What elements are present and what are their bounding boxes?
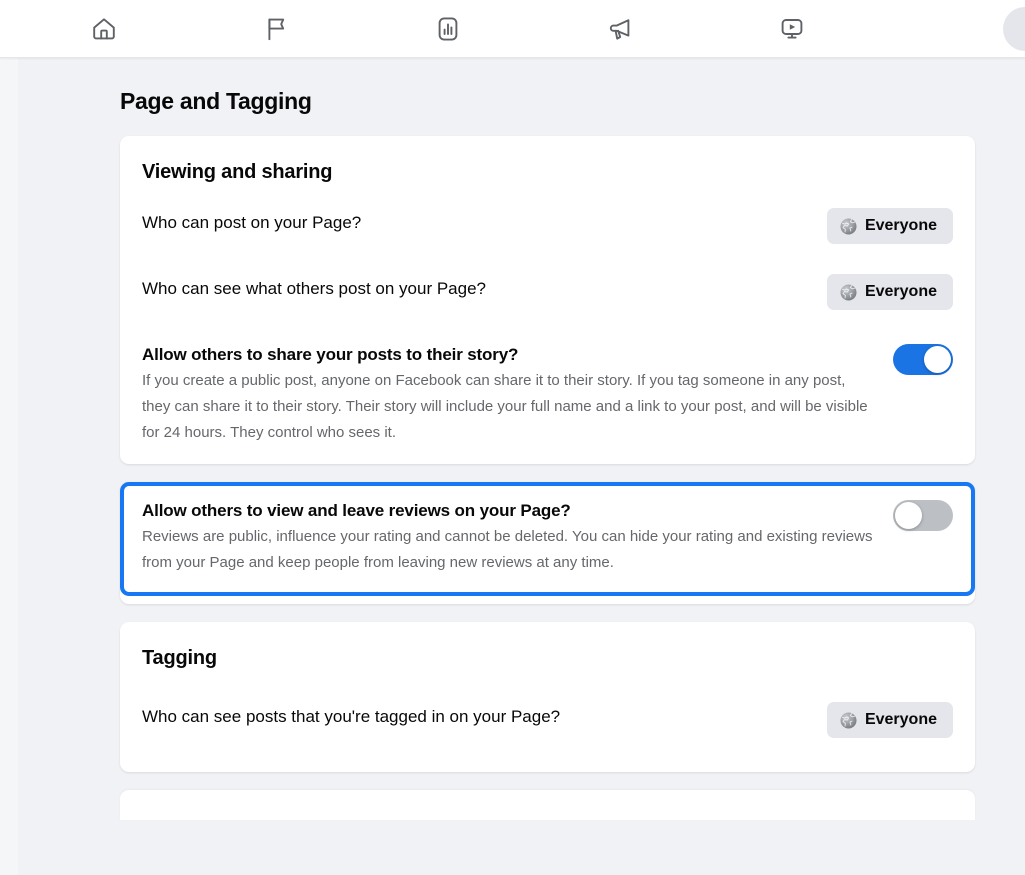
- row-text: Who can see what others post on your Pag…: [142, 278, 807, 300]
- next-card-partial: [120, 790, 975, 820]
- top-navigation-bar: [0, 0, 1025, 58]
- settings-content: Page and Tagging Viewing and sharing Who…: [120, 58, 975, 820]
- setting-row-share-to-story: Allow others to share your posts to thei…: [142, 326, 953, 464]
- tagging-card: Tagging Who can see posts that you're ta…: [120, 622, 975, 772]
- audience-selector-tagged-posts[interactable]: Everyone: [826, 702, 953, 738]
- setting-row-who-can-see-tagged-posts: Who can see posts that you're tagged in …: [142, 680, 953, 772]
- nav-tab-ads[interactable]: [534, 0, 706, 57]
- setting-label: Who can see posts that you're tagged in …: [142, 707, 561, 726]
- section-heading-tagging: Tagging: [142, 647, 217, 669]
- row-text: Who can post on your Page?: [142, 212, 807, 234]
- toggle-share-to-story[interactable]: [893, 344, 953, 375]
- row-text: Allow others to view and leave reviews o…: [142, 500, 873, 576]
- sidebar-edge: [0, 58, 18, 875]
- setting-row-who-can-see-others-posts: Who can see what others post on your Pag…: [142, 260, 953, 326]
- setting-row-who-can-post: Who can post on your Page? Everyone: [142, 194, 953, 260]
- toggle-knob: [895, 502, 922, 529]
- page-title: Page and Tagging: [120, 88, 312, 114]
- profile-avatar-button[interactable]: [1003, 6, 1025, 51]
- globe-icon: [840, 712, 857, 729]
- audience-selector-who-can-see-others-posts[interactable]: Everyone: [826, 274, 953, 310]
- bar-chart-icon: [434, 15, 462, 43]
- focus-highlight-wrapper: Allow others to view and leave reviews o…: [120, 482, 975, 596]
- row-text: Allow others to share your posts to thei…: [142, 344, 873, 446]
- flag-icon: [262, 15, 290, 43]
- megaphone-icon: [606, 15, 634, 43]
- nav-tab-insights[interactable]: [362, 0, 534, 57]
- setting-label: Allow others to share your posts to thei…: [142, 345, 519, 364]
- toggle-knob: [924, 346, 951, 373]
- setting-row-allow-reviews: Allow others to view and leave reviews o…: [142, 500, 953, 576]
- focused-setting-container[interactable]: Allow others to view and leave reviews o…: [120, 482, 975, 596]
- viewing-and-sharing-card: Viewing and sharing Who can post on your…: [120, 136, 975, 464]
- avatar: [1003, 6, 1025, 51]
- globe-icon: [840, 284, 857, 301]
- nav-tab-home[interactable]: [18, 0, 190, 57]
- page-body: Page and Tagging Viewing and sharing Who…: [0, 58, 1025, 875]
- nav-tab-video[interactable]: [706, 0, 878, 57]
- video-icon: [778, 15, 806, 43]
- setting-label: Who can post on your Page?: [142, 213, 362, 232]
- row-text: Who can see posts that you're tagged in …: [142, 706, 807, 728]
- audience-value: Everyone: [864, 283, 937, 300]
- setting-description: Reviews are public, influence your ratin…: [142, 528, 873, 571]
- setting-label: Who can see what others post on your Pag…: [142, 279, 486, 298]
- reviews-card: Allow others to view and leave reviews o…: [120, 482, 975, 604]
- toggle-allow-reviews[interactable]: [893, 500, 953, 531]
- nav-tab-pages[interactable]: [190, 0, 362, 57]
- globe-icon: [840, 218, 857, 235]
- audience-value: Everyone: [864, 217, 937, 234]
- home-icon: [90, 15, 118, 43]
- section-heading-viewing-sharing: Viewing and sharing: [142, 161, 333, 183]
- setting-description: If you create a public post, anyone on F…: [142, 372, 868, 441]
- audience-selector-who-can-post[interactable]: Everyone: [826, 208, 953, 244]
- audience-value: Everyone: [864, 711, 937, 728]
- setting-label: Allow others to view and leave reviews o…: [142, 501, 571, 520]
- nav-icon-group: [0, 0, 878, 57]
